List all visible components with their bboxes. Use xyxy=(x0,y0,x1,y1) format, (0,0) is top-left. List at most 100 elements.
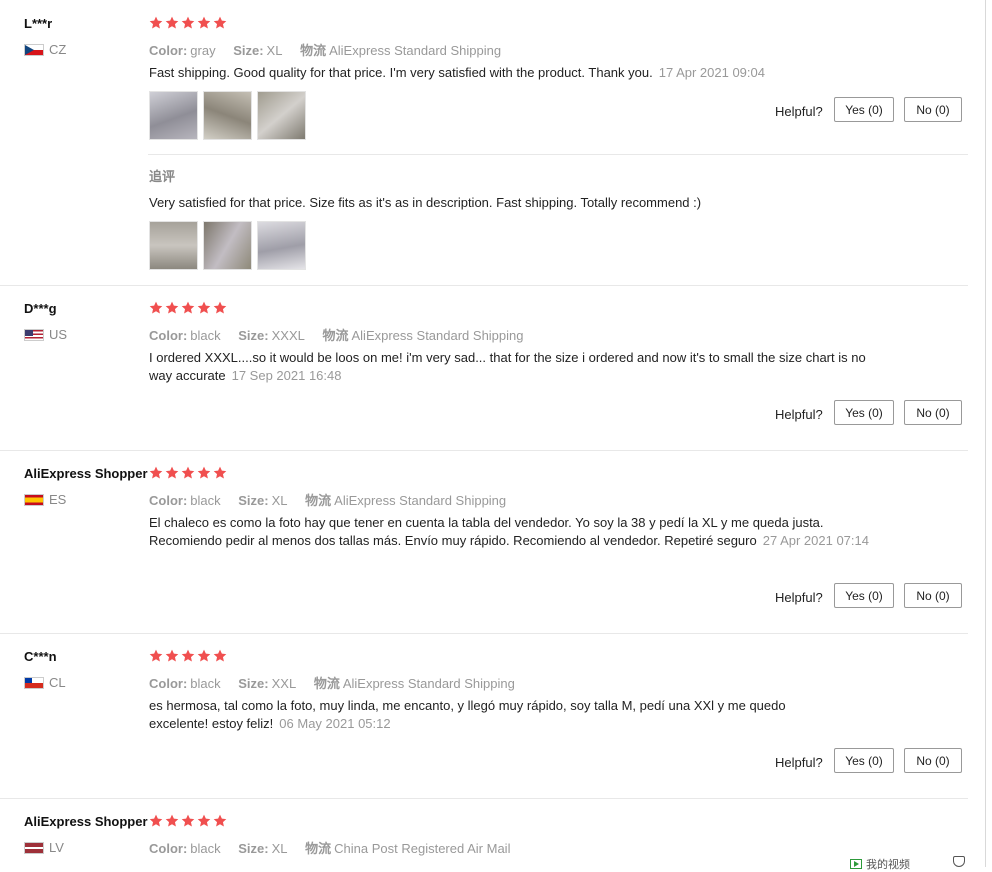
video-widget[interactable]: 我的视频 xyxy=(850,856,910,872)
review-photo[interactable] xyxy=(257,221,306,270)
shipping-value: China Post Registered Air Mail xyxy=(334,841,511,856)
color-value: black xyxy=(190,328,221,343)
followup-label: 追评 xyxy=(149,169,176,184)
star-icon xyxy=(165,814,179,827)
flag-us-icon xyxy=(24,328,44,341)
size-label: Size: xyxy=(238,841,269,856)
helpful-yes-button[interactable]: Yes (0) xyxy=(834,97,894,122)
color-value: black xyxy=(190,841,221,856)
review-text: Fast shipping. Good quality for that pri… xyxy=(149,64,879,82)
helpful-label: Helpful? xyxy=(775,407,823,422)
helpful-yes-button[interactable]: Yes (0) xyxy=(834,748,894,773)
helpful-no-button[interactable]: No (0) xyxy=(904,97,962,122)
review-photo[interactable] xyxy=(203,221,252,270)
video-label: 我的视频 xyxy=(866,859,910,871)
size-value: XL xyxy=(266,43,283,58)
rating-stars xyxy=(149,16,227,30)
review-photo[interactable] xyxy=(257,91,306,140)
review-divider xyxy=(0,285,968,286)
flag-cl-icon xyxy=(24,676,44,689)
color-value: gray xyxy=(190,43,216,58)
helpful-yes-button[interactable]: Yes (0) xyxy=(834,400,894,425)
country-code: ES xyxy=(49,492,67,507)
shipping-value: AliExpress Standard Shipping xyxy=(334,493,507,508)
reviewer-name: C***n xyxy=(24,649,57,664)
review-body: es hermosa, tal como la foto, muy linda,… xyxy=(149,698,786,731)
play-icon xyxy=(850,859,862,869)
star-icon xyxy=(149,466,163,479)
order-attributes: Color: black Size: XXL 物流 AliExpress Standa… xyxy=(149,673,529,692)
star-icon xyxy=(149,649,163,662)
reviewer-name: L***r xyxy=(24,16,53,31)
flag-lv-icon xyxy=(24,841,44,854)
size-value: XL xyxy=(271,493,288,508)
order-attributes: Color: black Size: XL 物流 China Post Registe… xyxy=(149,838,524,857)
size-label: Size: xyxy=(238,676,269,691)
flag-cz-icon xyxy=(24,43,44,56)
review-date: 27 Apr 2021 07:14 xyxy=(762,533,869,548)
review-divider xyxy=(0,798,968,799)
review-photo[interactable] xyxy=(149,221,198,270)
helpful-label: Helpful? xyxy=(775,590,823,605)
shipping-value: AliExpress Standard Shipping xyxy=(329,43,502,58)
country-code: CZ xyxy=(49,42,67,57)
reviewer-country: US xyxy=(24,327,67,342)
color-label: Color: xyxy=(149,676,188,691)
reviewer-name: AliExpress Shopper xyxy=(24,814,148,829)
review-text: I ordered XXXL....so it would be loos on… xyxy=(149,349,879,385)
star-icon xyxy=(213,814,227,827)
order-attributes: Color: gray Size: XL 物流 AliExpress Standard… xyxy=(149,40,515,59)
star-icon xyxy=(149,301,163,314)
helpful-yes-button[interactable]: Yes (0) xyxy=(834,583,894,608)
review-date: 17 Sep 2021 16:48 xyxy=(231,368,342,383)
star-icon xyxy=(197,301,211,314)
star-icon xyxy=(165,466,179,479)
reviewer-name: D***g xyxy=(24,301,57,316)
star-icon xyxy=(181,814,195,827)
star-icon xyxy=(149,814,163,827)
followup-photos xyxy=(149,221,306,270)
reviewer-country: ES xyxy=(24,492,66,507)
followup-text: Very satisfied for that price. Size fits… xyxy=(149,195,702,210)
size-label: Size: xyxy=(233,43,264,58)
star-icon xyxy=(197,649,211,662)
flag-es-icon xyxy=(24,493,44,506)
size-label: Size: xyxy=(238,328,269,343)
star-icon xyxy=(149,16,163,29)
review-photos xyxy=(149,91,306,140)
star-icon xyxy=(165,16,179,29)
star-icon xyxy=(213,466,227,479)
star-icon xyxy=(213,301,227,314)
star-icon xyxy=(213,16,227,29)
color-label: Color: xyxy=(149,43,188,58)
star-icon xyxy=(197,466,211,479)
star-icon xyxy=(181,649,195,662)
reviews-panel: L***r CZ Color: gray Size: XL 物流 AliExpress… xyxy=(0,0,986,871)
star-icon xyxy=(181,466,195,479)
country-code: LV xyxy=(49,840,64,855)
review-text: El chaleco es como la foto hay que tener… xyxy=(149,514,869,550)
helpful-no-button[interactable]: No (0) xyxy=(904,583,962,608)
order-attributes: Color: black Size: XL 物流 AliExpress Standar… xyxy=(149,490,520,509)
shipping-label: 物流 xyxy=(305,841,332,856)
review-photo[interactable] xyxy=(149,91,198,140)
review-photo[interactable] xyxy=(203,91,252,140)
star-icon xyxy=(197,16,211,29)
helpful-no-button[interactable]: No (0) xyxy=(904,400,962,425)
size-value: XL xyxy=(271,841,288,856)
helpful-label: Helpful? xyxy=(775,104,823,119)
size-label: Size: xyxy=(238,493,269,508)
color-label: Color: xyxy=(149,493,188,508)
star-icon xyxy=(165,649,179,662)
country-code: US xyxy=(49,327,68,342)
shipping-label: 物流 xyxy=(322,328,349,343)
shipping-label: 物流 xyxy=(305,493,332,508)
reviewer-country: CL xyxy=(24,675,66,690)
shipping-value: AliExpress Standard Shipping xyxy=(351,328,524,343)
star-icon xyxy=(181,301,195,314)
shield-icon[interactable] xyxy=(953,856,965,867)
star-icon xyxy=(197,814,211,827)
helpful-no-button[interactable]: No (0) xyxy=(904,748,962,773)
reviewer-country: CZ xyxy=(24,42,66,57)
review-divider xyxy=(0,633,968,634)
